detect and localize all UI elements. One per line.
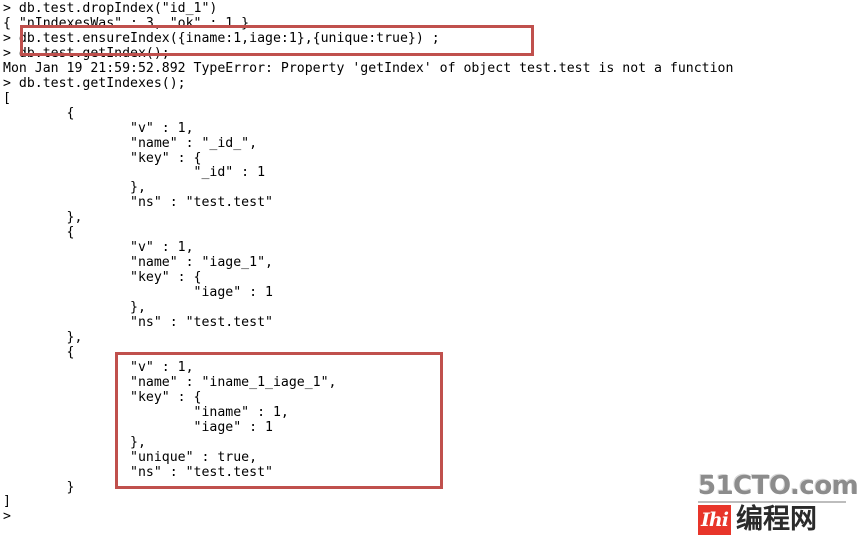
watermark-logo-glyph: Ihi xyxy=(701,508,729,531)
watermark: 51CTO.com Ihi 编程网 xyxy=(698,471,859,536)
watermark-divider xyxy=(698,501,846,503)
console-output: > db.test.dropIndex("id_1") { "nIndexesW… xyxy=(3,1,734,525)
terminal-window[interactable]: > db.test.dropIndex("id_1") { "nIndexesW… xyxy=(0,0,861,545)
watermark-logo-icon: Ihi xyxy=(698,505,731,535)
watermark-site-text: 51CTO.com xyxy=(698,471,859,501)
watermark-chinese-name: 编程网 xyxy=(736,504,817,535)
watermark-bottom-row: Ihi 编程网 xyxy=(698,505,850,535)
